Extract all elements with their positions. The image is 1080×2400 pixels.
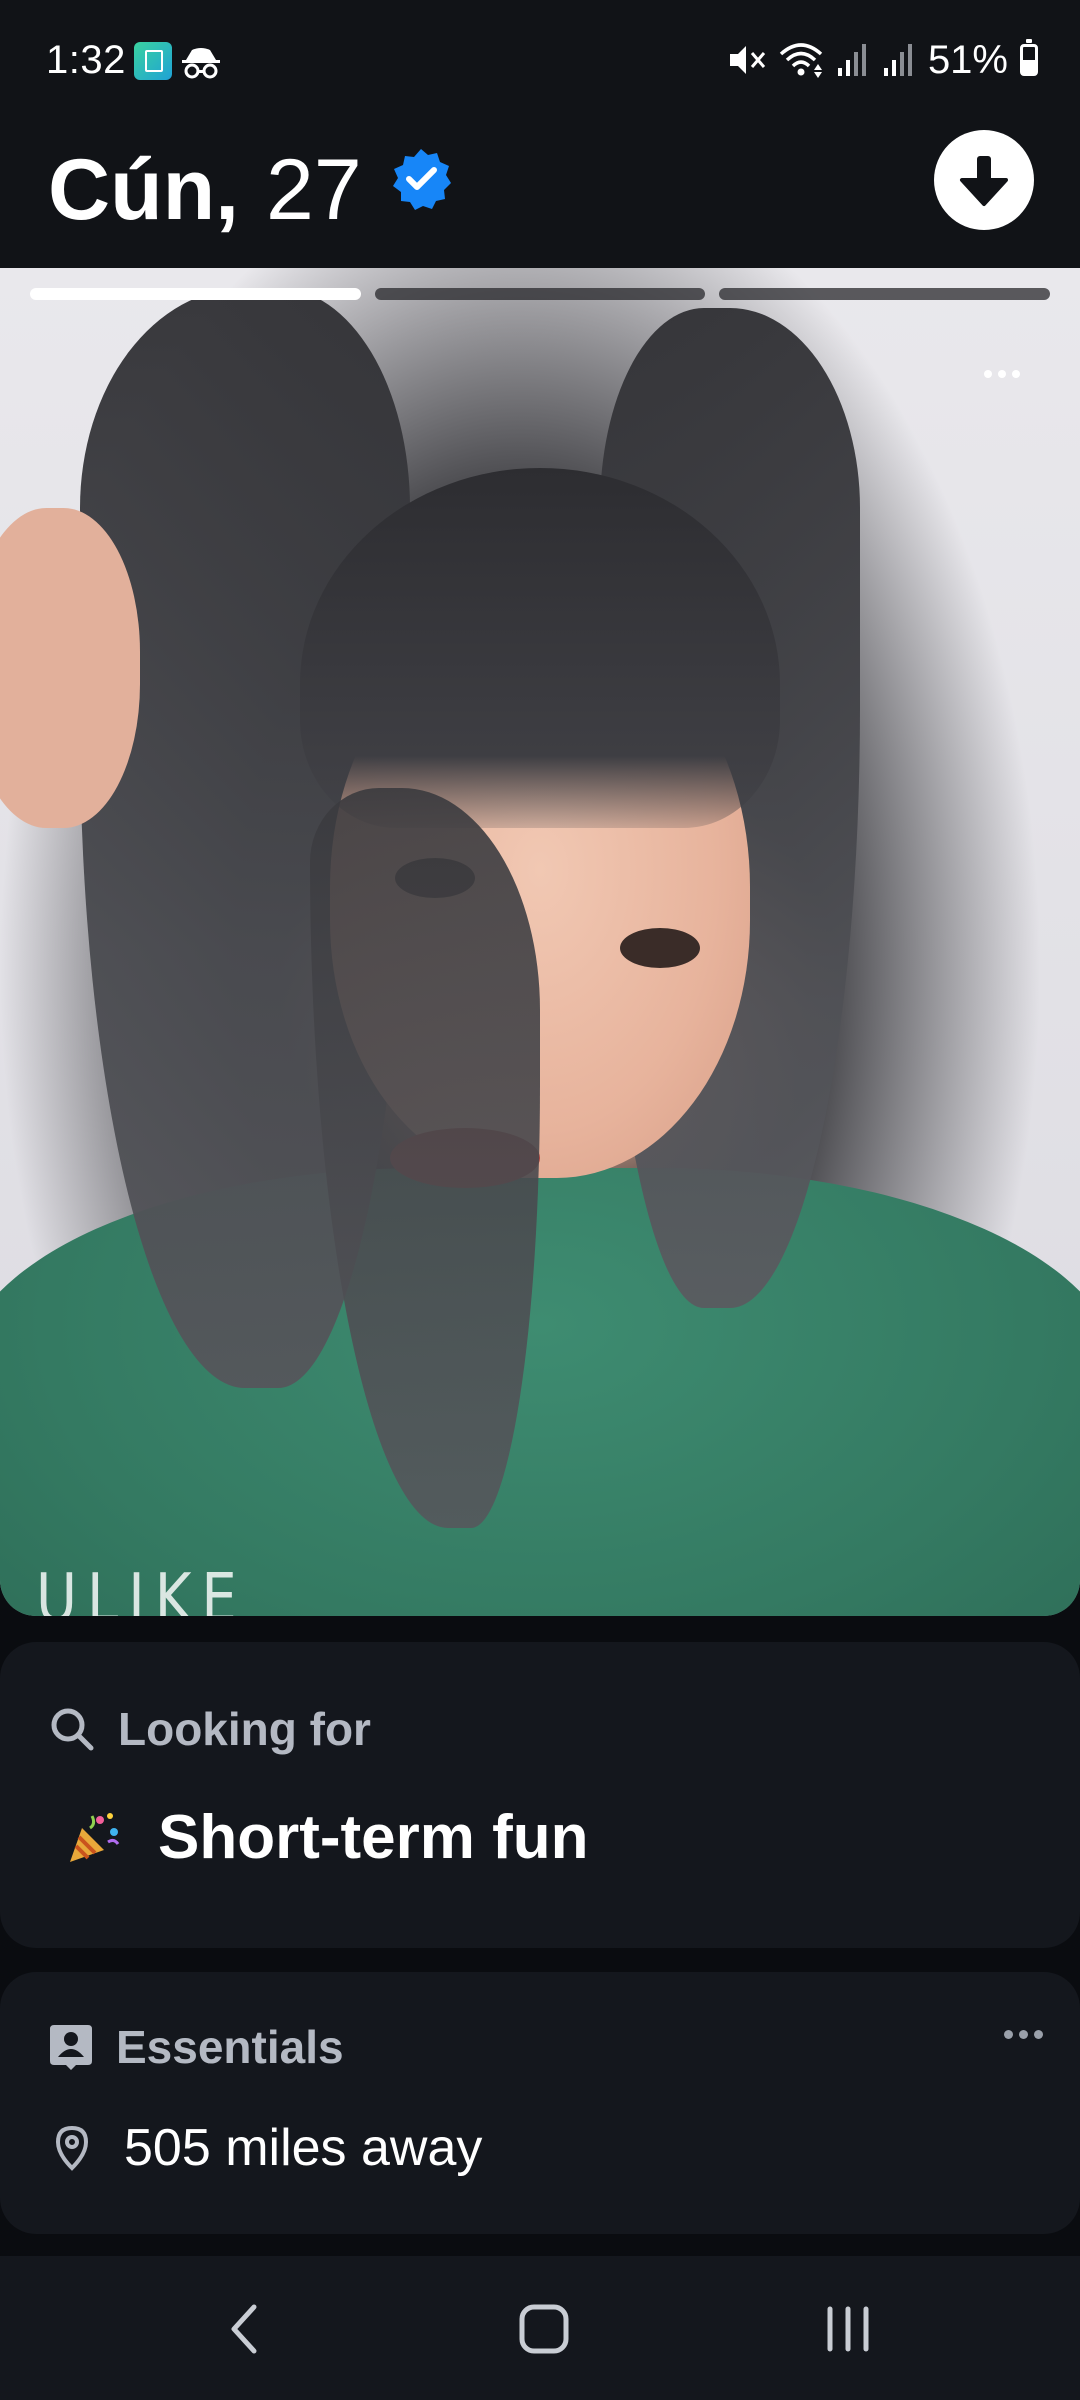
photo-eye (620, 928, 700, 968)
photo-watermark: ULIKE (36, 1560, 247, 1616)
signal-icon (883, 44, 912, 76)
wifi-icon (779, 43, 823, 78)
photo-progress-segment[interactable] (374, 288, 706, 300)
photo-progress-segment[interactable] (30, 288, 361, 300)
status-right-group: 51% (726, 34, 1038, 86)
arrow-down-icon (960, 156, 1008, 206)
nav-home-button[interactable] (484, 2284, 604, 2374)
profile-card-icon (50, 2025, 92, 2070)
looking-for-header: Looking for (48, 1702, 371, 1756)
dot (1004, 2030, 1013, 2039)
nav-recents-button[interactable] (788, 2284, 908, 2374)
distance-text: 505 miles away (124, 2119, 483, 2177)
battery-fill (1023, 59, 1035, 73)
location-pin-icon (55, 2125, 89, 2171)
photo-progress-bar (30, 288, 1051, 300)
party-popper-icon (70, 1812, 120, 1862)
verified-badge-icon (393, 149, 451, 210)
dot (998, 370, 1006, 378)
essentials-header: Essentials (48, 2020, 344, 2074)
dot (1012, 370, 1020, 378)
incognito-icon (182, 48, 220, 79)
looking-for-value: Short-term fun (158, 1803, 589, 1872)
looking-for-value-row: Short-term fun (66, 1802, 589, 1873)
signal-icon (837, 44, 866, 76)
system-navigation-bar (0, 2256, 1080, 2400)
profile-age: 27 (266, 142, 362, 238)
distance-row: 505 miles away (52, 2118, 482, 2178)
profile-name: Cún, (48, 142, 240, 238)
status-bar: 1:32 51% (0, 0, 1080, 120)
photo-hand (0, 508, 140, 828)
dot (1019, 2030, 1028, 2039)
dot (984, 370, 992, 378)
mute-icon (729, 46, 766, 74)
essentials-more-button[interactable] (1004, 2030, 1043, 2039)
collapse-profile-button[interactable] (934, 130, 1034, 230)
photo-progress-segment[interactable] (719, 288, 1051, 300)
essentials-card: Essentials 505 miles away (0, 1972, 1080, 2234)
battery-icon (1020, 39, 1038, 76)
search-icon (51, 1708, 94, 1751)
profile-header: Cún, 27 (0, 120, 1080, 268)
photo-more-options-button[interactable] (970, 352, 1034, 396)
status-time: 1:32 (46, 38, 126, 82)
recents-icon (827, 2306, 869, 2352)
profile-photo[interactable]: ULIKE (0, 268, 1080, 1616)
nav-back-button[interactable] (184, 2284, 304, 2374)
home-square-icon (519, 2304, 569, 2354)
app-notification-icon (134, 42, 172, 80)
looking-for-card: Looking for Short-term fun (0, 1642, 1080, 1948)
dot (1034, 2030, 1043, 2039)
battery-percentage: 51% (927, 37, 1008, 82)
essentials-label: Essentials (116, 2021, 344, 2073)
chevron-left-icon (231, 2304, 257, 2354)
looking-for-label: Looking for (118, 1703, 371, 1755)
